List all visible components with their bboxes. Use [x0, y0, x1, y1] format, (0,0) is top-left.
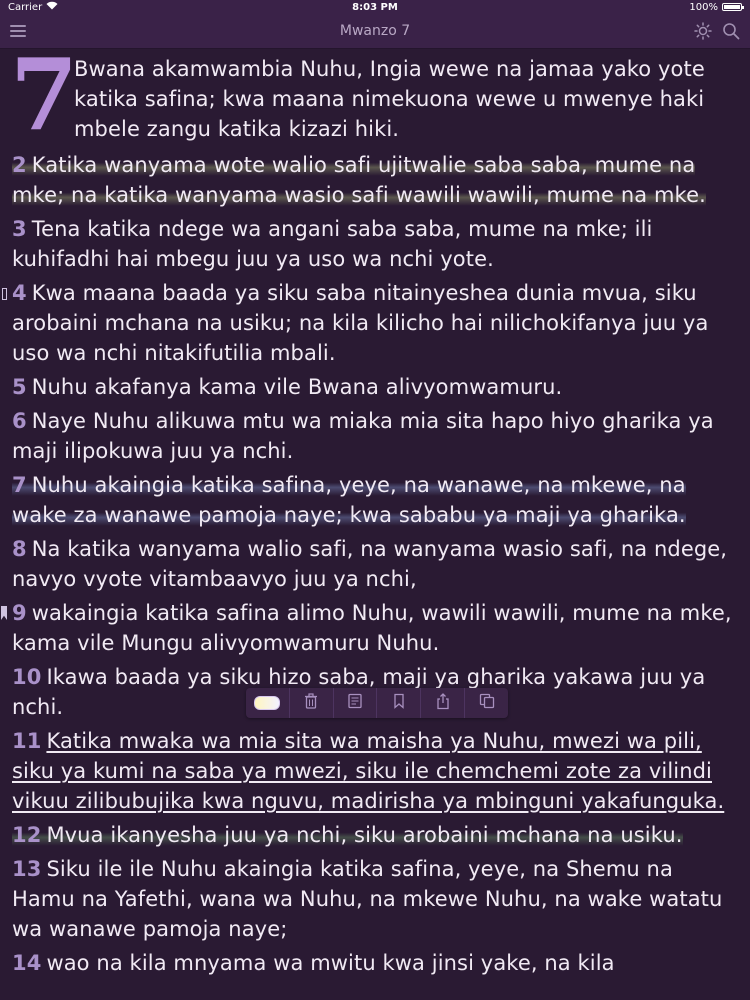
copy-icon	[479, 693, 495, 713]
verse-number: 3	[12, 217, 27, 241]
verse-6[interactable]: 6 Naye Nuhu alikuwa mtu wa miaka mia sita…	[0, 406, 750, 466]
verse-8[interactable]: 8 Na katika wanyama walio safi, na wanyam…	[0, 534, 750, 594]
verse-text: Mvua ikanyesha juu ya nchi, siku arobain…	[46, 823, 683, 847]
verse-text: Bwana akamwambia Nuhu, Ingia wewe na jam…	[74, 57, 705, 141]
verse-number: 13	[12, 857, 42, 881]
status-time: 8:03 PM	[352, 1, 398, 13]
page-title[interactable]: Mwanzo 7	[0, 14, 750, 48]
verse-number: 9	[12, 601, 27, 625]
chapter-number: 7	[10, 48, 79, 153]
verse-7[interactable]: 7 Nuhu akaingia katika safina, yeye, na w…	[0, 470, 750, 530]
copy-button[interactable]	[465, 688, 508, 718]
verse-number: 6	[12, 409, 27, 433]
verse-highlight: 7 Nuhu akaingia katika safina, yeye, na w…	[12, 473, 686, 527]
highlight-color-button[interactable]	[246, 688, 290, 718]
verse-text: wao na kila mnyama wa mwitu kwa jinsi ya…	[46, 951, 615, 975]
chapter-content[interactable]: 7 Bwana akamwambia Nuhu, Ingia wewe na j…	[0, 48, 750, 1000]
verse-number: 10	[12, 665, 42, 689]
share-button[interactable]	[421, 688, 466, 718]
note-icon	[347, 693, 363, 713]
delete-button[interactable]	[290, 688, 334, 718]
verse-9[interactable]: 9 wakaingia katika safina alimo Nuhu, waw…	[0, 598, 750, 658]
verse-text: Katika mwaka wa mia sita wa maisha ya Nu…	[12, 729, 725, 813]
verse-text: Siku ile ile Nuhu akaingia katika safina…	[12, 857, 723, 941]
verse-number: 12	[12, 823, 42, 847]
verse-12[interactable]: 12 Mvua ikanyesha juu ya nchi, siku aroba…	[0, 820, 750, 850]
verse-14[interactable]: 14 wao na kila mnyama wa mwitu kwa jinsi …	[0, 948, 750, 978]
verse-13[interactable]: 13 Siku ile ile Nuhu akaingia katika safi…	[0, 854, 750, 944]
search-icon[interactable]	[722, 22, 740, 40]
trash-icon	[304, 693, 318, 713]
verse-highlight: 2 Katika wanyama wote walio safi ujitwali…	[12, 153, 706, 207]
verse-text: Na katika wanyama walio safi, na wanyama…	[12, 537, 728, 591]
status-bar: Carrier 8:03 PM 100%	[0, 0, 750, 14]
verse-11[interactable]: 11 Katika mwaka wa mia sita wa maisha ya …	[0, 726, 750, 816]
verse-number: 2	[12, 153, 27, 177]
verse-text: Katika wanyama wote walio safi ujitwalie…	[12, 153, 706, 207]
selection-toolbar	[246, 688, 508, 718]
verse-number: 11	[12, 729, 42, 753]
verse-text: Nuhu akaingia katika safina, yeye, na wa…	[12, 473, 686, 527]
verse-3[interactable]: 3 Tena katika ndege wa angani saba saba, …	[0, 214, 750, 274]
verse-number: 8	[12, 537, 27, 561]
verse-text: Tena katika ndege wa angani saba saba, m…	[12, 217, 653, 271]
verse-1[interactable]: 7 Bwana akamwambia Nuhu, Ingia wewe na j…	[0, 48, 750, 153]
verse-number: 14	[12, 951, 42, 975]
verse-4[interactable]: 4 Kwa maana baada ya siku saba nitainyesh…	[0, 278, 750, 368]
verse-5[interactable]: 5 Nuhu akafanya kama vile Bwana alivyomwa…	[0, 372, 750, 402]
note-button[interactable]	[334, 688, 378, 718]
verse-number: 7	[12, 473, 27, 497]
verse-text: Nuhu akafanya kama vile Bwana alivyomwam…	[31, 375, 563, 399]
verse-number: 5	[12, 375, 27, 399]
verse-number: 4	[12, 281, 27, 305]
share-icon	[436, 692, 450, 714]
verse-highlight: 12 Mvua ikanyesha juu ya nchi, siku aroba…	[12, 823, 683, 847]
verse-text: Naye Nuhu alikuwa mtu wa miaka mia sita …	[12, 409, 714, 463]
color-toggle-icon	[254, 696, 281, 710]
sun-icon[interactable]	[694, 22, 712, 40]
note-icon[interactable]	[2, 288, 7, 300]
bookmark-button[interactable]	[377, 688, 422, 718]
bookmark-icon[interactable]	[1, 606, 7, 620]
verse-text: wakaingia katika safina alimo Nuhu, wawi…	[12, 601, 732, 655]
bookmark-icon	[393, 693, 405, 713]
navigation-bar: Mwanzo 7	[0, 14, 750, 49]
battery-icon	[722, 3, 744, 11]
verse-text: Kwa maana baada ya siku saba nitainyeshe…	[12, 281, 709, 365]
verse-2[interactable]: 2 Katika wanyama wote walio safi ujitwali…	[0, 150, 750, 210]
